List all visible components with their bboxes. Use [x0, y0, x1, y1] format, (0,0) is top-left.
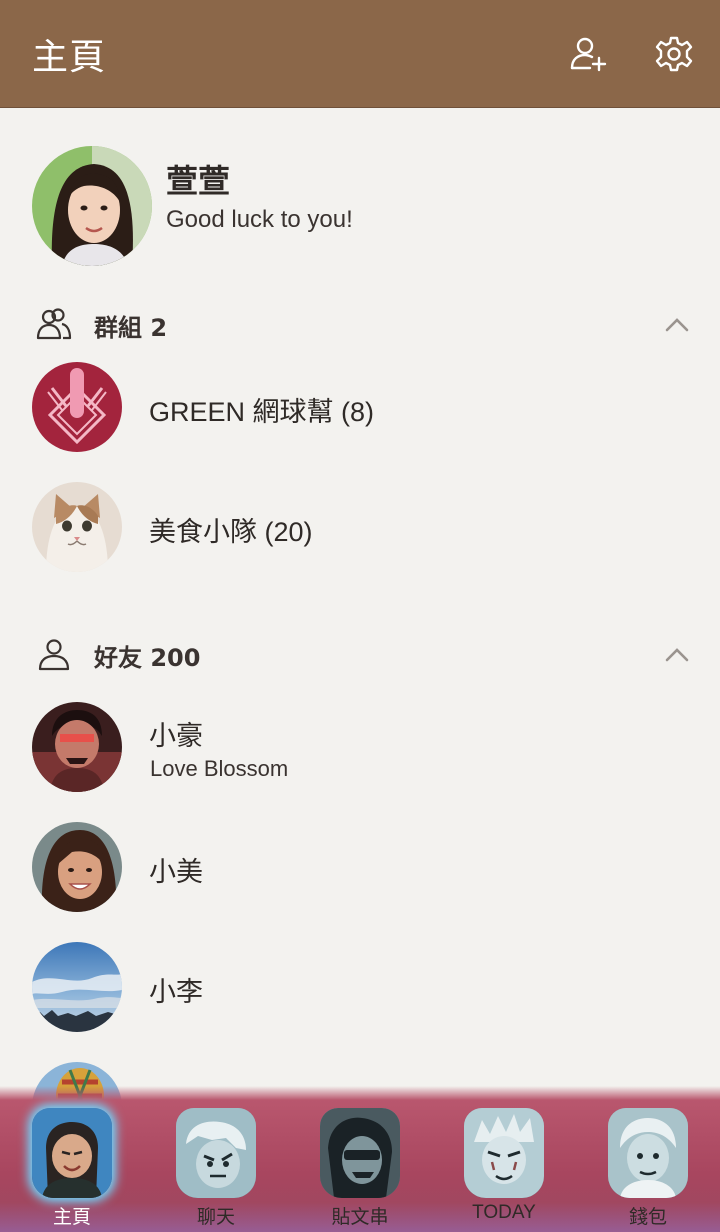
group-item[interactable]: GREEN 網球幫 (8) [32, 362, 692, 454]
friend-name: 小李 [149, 977, 203, 1007]
tab-timeline[interactable]: 貼文串 [288, 1086, 432, 1232]
groups-section-title: 群組 2 [94, 314, 168, 342]
add-friend-icon[interactable] [568, 34, 608, 74]
tab-label: 聊天 [196, 1207, 235, 1228]
friend-name: 小豪 [149, 721, 203, 751]
settings-gear-icon[interactable] [654, 34, 694, 74]
friends-section-header[interactable]: 好友 200 [36, 636, 696, 676]
tab-label: 主頁 [52, 1207, 91, 1228]
groups-section-header[interactable]: 群組 2 [36, 306, 696, 346]
chat-tab-icon [176, 1108, 256, 1198]
tab-home[interactable]: 主頁 [0, 1086, 144, 1232]
tab-label: TODAY [472, 1202, 536, 1223]
tab-wallet[interactable]: 錢包 [576, 1086, 720, 1232]
friend-item[interactable]: 小豪 Love Blossom [32, 702, 692, 794]
friend-item[interactable]: 小李 [32, 942, 692, 1034]
timeline-tab-icon [320, 1108, 400, 1198]
friend-name: 小美 [149, 857, 203, 887]
wallet-tab-icon [608, 1108, 688, 1198]
sky-avatar [32, 942, 122, 1032]
page-title: 主頁 [32, 37, 107, 78]
profile-avatar[interactable] [32, 146, 152, 266]
profile-status-message: Good luck to you! [166, 206, 353, 233]
friend-item[interactable]: 小美 [32, 822, 692, 914]
tab-label: 錢包 [628, 1207, 667, 1228]
app-header: 主頁 [0, 0, 720, 108]
chevron-up-icon[interactable] [664, 312, 690, 338]
tab-label: 貼文串 [331, 1207, 389, 1228]
cat-avatar [32, 482, 122, 572]
person-icon [36, 636, 72, 672]
profile-name: 萱萱 [166, 162, 231, 200]
group-name: GREEN 網球幫 (8) [149, 397, 375, 427]
anime-character-avatar [32, 702, 122, 792]
group-name: 美食小隊 (20) [149, 517, 313, 547]
woman-avatar [32, 822, 122, 912]
home-tab-icon [32, 1108, 112, 1198]
group-icon [36, 306, 72, 342]
group-item[interactable]: 美食小隊 (20) [32, 482, 692, 574]
friend-status-message: Love Blossom [150, 756, 289, 781]
my-profile[interactable]: 萱萱 Good luck to you! [32, 146, 692, 266]
bottom-tab-bar: 主頁 聊天 貼文串 TODAY 錢包 [0, 1086, 720, 1232]
crest-avatar [32, 362, 122, 452]
tab-chat[interactable]: 聊天 [144, 1086, 288, 1232]
friends-section-title: 好友 200 [94, 644, 201, 672]
chevron-up-icon[interactable] [664, 642, 690, 668]
tab-today[interactable]: TODAY [432, 1086, 576, 1232]
today-tab-icon [464, 1108, 544, 1198]
